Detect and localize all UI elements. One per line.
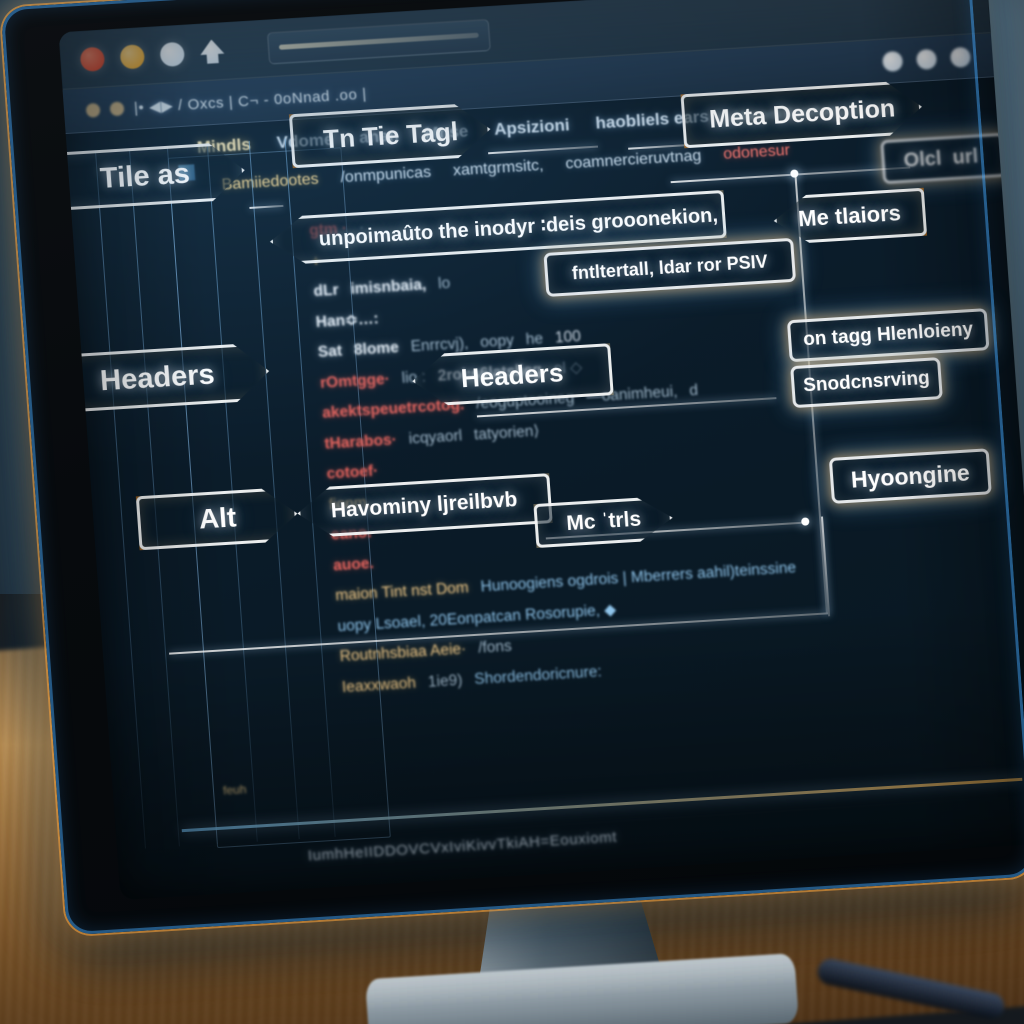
code-token: Han≎…: <box>315 309 380 331</box>
callout-label: Me tlaiors <box>797 200 902 232</box>
screenshot-stage: |• ◀▶ / Oxcs | C¬ - 0oNnad .oo | MindlsV… <box>0 0 1024 1024</box>
code-token: Hunoogiens ogdrois | Mberrers aahil)tein… <box>480 559 797 596</box>
code-token: cotoef· <box>326 462 379 483</box>
code-token: Routnhsbiaa Aeie· <box>339 640 467 666</box>
close-dot[interactable] <box>79 46 106 72</box>
circle-icon[interactable] <box>915 48 938 70</box>
code-token: Shordendoricnure: <box>473 662 603 688</box>
code-token: rOmtgge· <box>319 370 391 392</box>
back-icon[interactable] <box>85 102 101 118</box>
code-token: icqyaorl <box>408 426 463 448</box>
toolbar-action-icons[interactable] <box>881 46 972 72</box>
callout-label: Tile as <box>98 157 191 195</box>
code-token: lo <box>437 274 451 293</box>
sub-menu-item[interactable]: xamtgrmsitc, <box>452 157 544 180</box>
callout-label: Headers <box>459 356 565 393</box>
screen: |• ◀▶ / Oxcs | C¬ - 0oNnad .oo | MindlsV… <box>58 0 1024 901</box>
code-token: maion Tint nst Dom <box>334 579 470 605</box>
monitor-bezel: |• ◀▶ / Oxcs | C¬ - 0oNnad .oo | MindlsV… <box>0 0 1024 936</box>
circle-icon[interactable] <box>949 46 972 68</box>
callout-label: Headers <box>99 357 216 397</box>
code-token: tatyorien⟩ <box>473 422 541 444</box>
callout-label: Alt <box>197 501 238 535</box>
status-small-text: feuh <box>222 782 247 798</box>
circle-icon[interactable] <box>881 50 904 72</box>
callout-label: on tagg Hlenloieny <box>802 319 974 351</box>
maximize-dot[interactable] <box>159 41 186 67</box>
code-token: d <box>688 381 699 400</box>
callout-hyperlinking[interactable]: Hyoongine <box>828 448 992 504</box>
code-token: tHarabos· <box>323 430 398 453</box>
up-arrow-icon[interactable] <box>199 39 225 64</box>
forward-icon[interactable] <box>109 100 125 116</box>
callout-label: Olcl url <box>902 144 985 172</box>
search-input[interactable] <box>266 18 491 64</box>
callout-label: Mc ˈtrls <box>565 507 642 536</box>
menu-item[interactable]: Apsizioni <box>493 115 570 140</box>
sub-menu-item[interactable]: coamnercieruvtnag <box>565 147 702 173</box>
code-token: oopy <box>479 332 515 352</box>
callout-label: Snodcnѕrving <box>802 367 931 397</box>
callout-label: Havominy ljreilbvb <box>330 488 519 523</box>
callout-label: Meta Decoption <box>708 93 897 134</box>
callout-old-url[interactable]: Olcl url <box>880 132 1008 185</box>
code-token: imisnbaia, <box>349 276 427 298</box>
code-token: 8lome <box>353 339 400 359</box>
code-token: Sat <box>317 342 343 362</box>
callout-label: fntltertall, ldar ror PSIV <box>571 250 769 283</box>
code-token: 1ie9) <box>427 671 463 691</box>
callout-label: Hyoongine <box>850 458 971 493</box>
code-token: /fons <box>477 637 513 657</box>
code-token: Ieaxxwaoh <box>341 674 417 696</box>
callout-label: Tn Tie Tagl <box>322 115 459 154</box>
code-token: he <box>525 330 544 349</box>
code-token: 100 <box>554 327 582 347</box>
code-token: Enrrcvj), <box>410 334 469 356</box>
code-token: dLr <box>312 281 340 301</box>
sub-menu-item[interactable]: /onmpunicas <box>340 164 432 187</box>
minimize-dot[interactable] <box>119 43 146 70</box>
code-token: auoe. <box>332 554 375 574</box>
breadcrumb: |• ◀▶ / Oxcs | C¬ - 0oNnad .oo | <box>133 85 368 117</box>
monitor: |• ◀▶ / Oxcs | C¬ - 0oNnad .oo | MindlsV… <box>0 0 1024 1024</box>
